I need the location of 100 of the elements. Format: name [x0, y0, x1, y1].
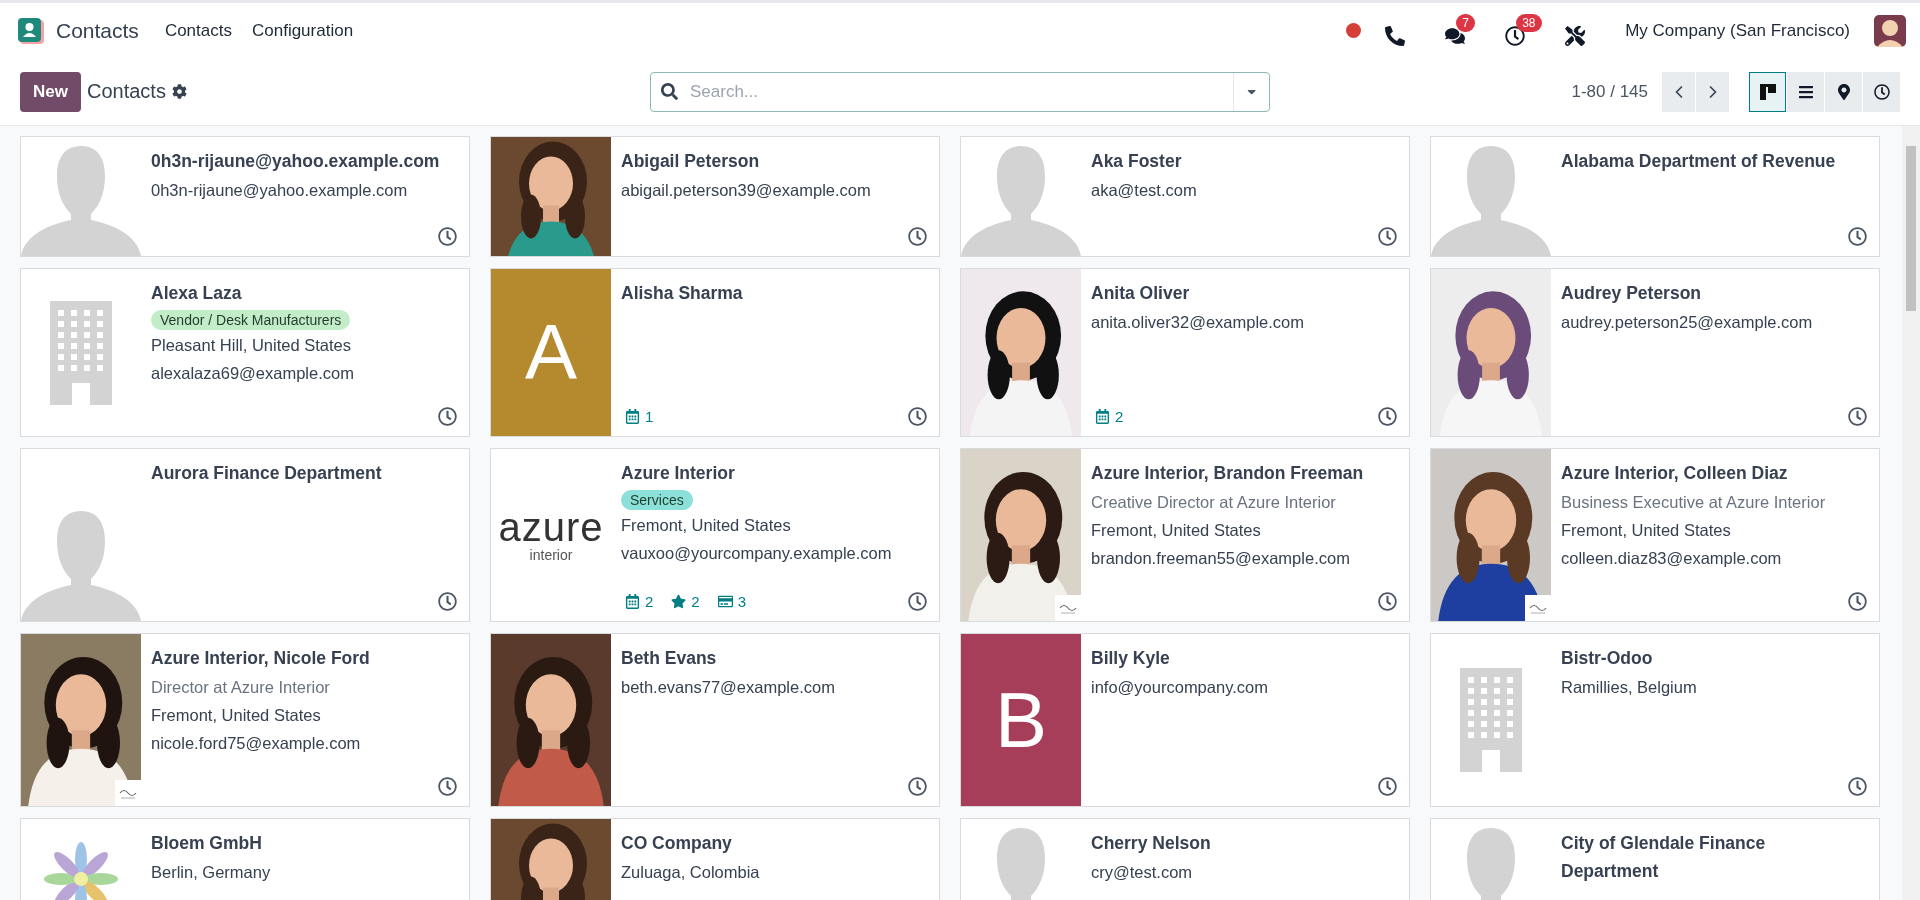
- contact-detail: 0h3n-rijaune@yahoo.example.com: [151, 180, 409, 201]
- pager-value[interactable]: 1-80 / 145: [1571, 81, 1648, 102]
- menu-item[interactable]: Contacts: [164, 20, 232, 41]
- contact-card[interactable]: Cherry Nelson cry@test.com: [960, 818, 1410, 900]
- activity-clock-icon[interactable]: [908, 407, 927, 426]
- contact-detail: alexalaza69@example.com: [151, 363, 355, 384]
- contact-name: Anita Oliver: [1091, 282, 1191, 305]
- contact-name: Bistr-Odoo: [1561, 647, 1654, 670]
- search-input[interactable]: Search...: [688, 72, 1233, 111]
- status-dot-icon: [1346, 23, 1362, 38]
- contact-card[interactable]: CO Company Zuluaga, Colombia: [490, 818, 940, 900]
- person-placeholder-icon: [21, 146, 141, 256]
- company-switcher[interactable]: My Company (San Francisco): [1625, 20, 1850, 41]
- activities-count: 38: [1516, 13, 1542, 32]
- activity-counter[interactable]: 2: [1095, 408, 1124, 425]
- activity-clock-icon[interactable]: [1848, 777, 1867, 796]
- contact-card[interactable]: Bloem GmbH Berlin, Germany: [20, 818, 470, 900]
- activity-clock-icon[interactable]: [1378, 227, 1397, 246]
- contact-detail: vauxoo@yourcompany.example.com: [621, 543, 893, 564]
- contact-card[interactable]: Abigail Peterson abigail.peterson39@example.com: [490, 136, 940, 257]
- contact-card[interactable]: Beth Evans beth.evans77@example.com: [490, 633, 940, 807]
- contact-name: Alisha Sharma: [621, 282, 744, 305]
- contact-name: Alexa Laza: [151, 282, 243, 305]
- view-button[interactable]: [1825, 71, 1862, 112]
- activities-button[interactable]: 38: [1505, 13, 1542, 48]
- search-icon: [661, 83, 678, 100]
- kanban-icon: [1758, 82, 1777, 101]
- view-button[interactable]: [1787, 71, 1824, 112]
- contact-card[interactable]: Alexa Laza Vendor / Desk Manufacturers Pleasant Hill, United States alexalaza69@example.com: [20, 268, 470, 437]
- activity-clock-icon[interactable]: [908, 227, 927, 246]
- contact-name: Azure Interior, Colleen Diaz: [1561, 462, 1789, 485]
- contact-detail: Fremont, United States: [621, 515, 792, 536]
- new-button[interactable]: New: [20, 71, 81, 112]
- calendar-icon: [625, 409, 640, 424]
- activity-clock-icon[interactable]: [438, 407, 457, 426]
- contact-card[interactable]: Aurora Finance Department: [20, 448, 470, 622]
- contact-card[interactable]: azure interior Azure Interior Services Fremont, United States vauxoo@yourcompany.example.com 2 2 3: [490, 448, 940, 622]
- user-avatar[interactable]: [1874, 14, 1906, 47]
- contact-card[interactable]: Alabama Department of Revenue: [1430, 136, 1880, 257]
- contact-card[interactable]: Azure Interior, Brandon Freeman Creative Director at Azure Interior Fremont, United States brandon.freeman55@example.com: [960, 448, 1410, 622]
- view-button[interactable]: [1749, 71, 1786, 112]
- activity-counter[interactable]: 2: [671, 593, 700, 610]
- activity-clock-icon[interactable]: [1378, 407, 1397, 426]
- activity-clock-icon[interactable]: [438, 777, 457, 796]
- activity-clock-icon[interactable]: [908, 592, 927, 611]
- activity-clock-icon[interactable]: [1848, 592, 1867, 611]
- tag: Vendor / Desk Manufacturers: [151, 310, 351, 330]
- contact-card[interactable]: Azure Interior, Colleen Diaz Business Executive at Azure Interior Fremont, United States colleen.diaz83@example.com: [1430, 448, 1880, 622]
- job-title: Director at Azure Interior: [151, 677, 331, 698]
- contact-name: CO Company: [621, 832, 733, 855]
- contact-detail: aka@test.com: [1091, 180, 1198, 201]
- activity-clock-icon[interactable]: [908, 777, 927, 796]
- contact-card[interactable]: City of Glendale Finance Department: [1430, 818, 1880, 900]
- star-icon: [671, 594, 687, 609]
- contact-name: Alabama Department of Revenue: [1561, 150, 1837, 173]
- tag: Services: [621, 490, 693, 510]
- contact-card[interactable]: Anita Oliver anita.oliver32@example.com 2: [960, 268, 1410, 437]
- clock-icon: [1505, 25, 1526, 46]
- counter-value: 3: [737, 593, 747, 610]
- settings-icon[interactable]: [171, 84, 187, 99]
- activity-counter[interactable]: 2: [625, 593, 654, 610]
- contact-detail: Berlin, Germany: [151, 862, 272, 883]
- building-icon: [50, 300, 112, 405]
- activity-counter[interactable]: 3: [717, 593, 747, 610]
- contact-card[interactable]: A Alisha Sharma 1: [490, 268, 940, 437]
- contact-name: Cherry Nelson: [1091, 832, 1212, 855]
- activity-counter[interactable]: 1: [625, 408, 654, 425]
- contact-card[interactable]: Bistr-Odoo Ramillies, Belgium: [1430, 633, 1880, 807]
- person-placeholder-icon: [1431, 146, 1551, 256]
- messages-button[interactable]: 7: [1445, 13, 1482, 48]
- activity-clock-icon[interactable]: [438, 592, 457, 611]
- logo-title: azure: [498, 507, 604, 547]
- messages-count: 7: [1456, 13, 1475, 32]
- contact-detail: Fremont, United States: [1091, 520, 1262, 541]
- activity-clock-icon[interactable]: [1848, 227, 1867, 246]
- contact-card[interactable]: B Billy Kyle info@yourcompany.com: [960, 633, 1410, 807]
- contact-card[interactable]: Audrey Peterson audrey.peterson25@example.com: [1430, 268, 1880, 437]
- contact-name: Aurora Finance Department: [151, 462, 383, 485]
- menu-item[interactable]: Configuration: [251, 20, 354, 41]
- activity-clock-icon[interactable]: [1378, 777, 1397, 796]
- contact-name: Azure Interior, Brandon Freeman: [1091, 462, 1365, 485]
- activity-clock-icon[interactable]: [1848, 407, 1867, 426]
- breadcrumb: Contacts: [86, 80, 166, 103]
- contact-detail: Fremont, United States: [151, 705, 322, 726]
- view-button[interactable]: [1863, 71, 1900, 112]
- contact-detail: Pleasant Hill, United States: [151, 335, 352, 356]
- counter-value: 2: [691, 593, 700, 610]
- contact-name: Bloem GmbH: [151, 832, 263, 855]
- contact-card[interactable]: Aka Foster aka@test.com: [960, 136, 1410, 257]
- search-bar[interactable]: Search...: [650, 71, 1270, 112]
- calendar-icon: [625, 594, 640, 609]
- map-pin-icon: [1835, 83, 1852, 100]
- contact-name: Azure Interior, Nicole Ford: [151, 647, 371, 670]
- contact-card[interactable]: Azure Interior, Nicole Ford Director at Azure Interior Fremont, United States nicole.ford75@example.com: [20, 633, 470, 807]
- activity-clock-icon[interactable]: [1378, 592, 1397, 611]
- list-icon: [1797, 83, 1814, 100]
- logo-subtitle: interior: [529, 547, 573, 563]
- scrollbar[interactable]: [1902, 126, 1920, 900]
- contact-card[interactable]: 0h3n-rijaune@yahoo.example.com 0h3n-rijaune@yahoo.example.com: [20, 136, 470, 257]
- activity-clock-icon[interactable]: [438, 227, 457, 246]
